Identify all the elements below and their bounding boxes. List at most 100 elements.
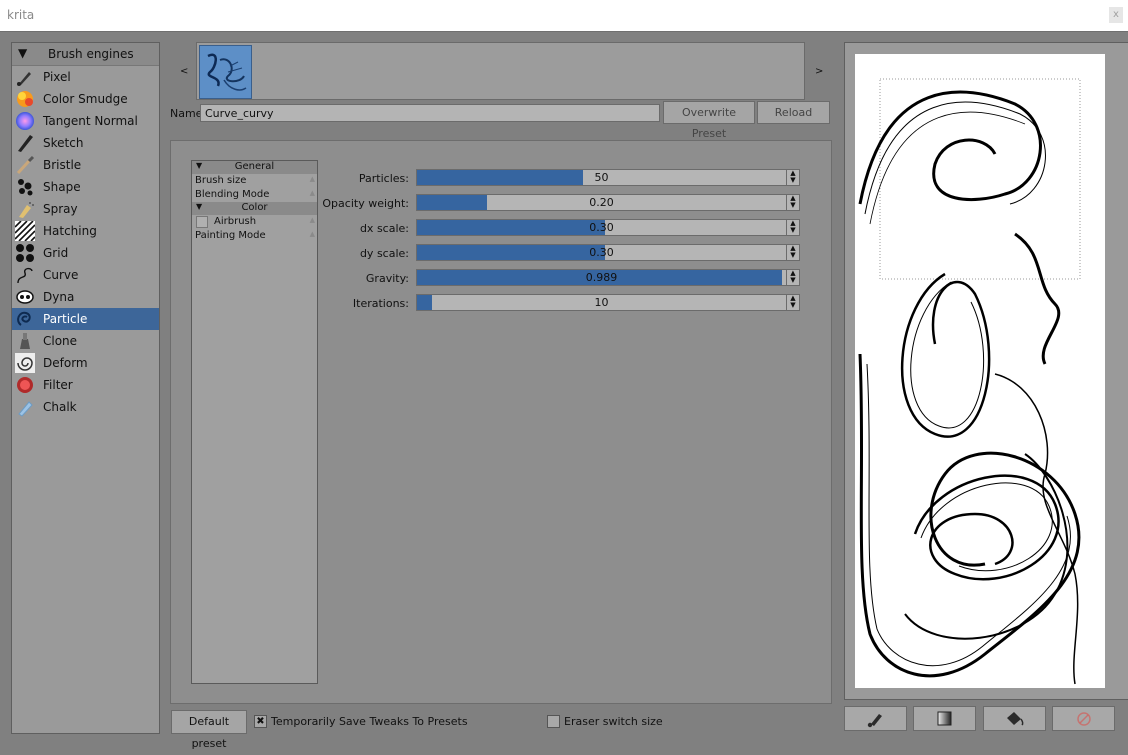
- chalk-icon: [15, 397, 35, 417]
- dx-scale-slider[interactable]: 0.30: [416, 219, 787, 236]
- engine-item-label: Curve: [43, 268, 79, 282]
- particles-slider[interactable]: 50: [416, 169, 787, 186]
- engine-item-hatching[interactable]: Hatching: [12, 220, 159, 242]
- gravity-spin-arrows-icon[interactable]: ▲ ▼: [786, 269, 800, 286]
- clone-icon: [15, 331, 35, 351]
- curve-curvy-preset-icon: [207, 53, 247, 91]
- iterations-value: 10: [594, 296, 609, 309]
- title-bar: krita x: [0, 0, 1128, 32]
- particles-label: Particles:: [358, 172, 409, 185]
- airbrush-checkbox[interactable]: [196, 216, 208, 228]
- brush-engine-list: ▼ Brush engines Pixel Color Smudge Tangent…: [11, 42, 160, 734]
- color-smudge-icon: [15, 89, 35, 109]
- engine-item-label: Particle: [43, 312, 88, 326]
- engine-item-dyna[interactable]: Dyna: [12, 286, 159, 308]
- engine-item-clone[interactable]: Clone: [12, 330, 159, 352]
- engine-item-label: Clone: [43, 334, 78, 348]
- paintbrush-icon: [867, 714, 882, 728]
- engine-item-grid[interactable]: Grid: [12, 242, 159, 264]
- engine-item-label: Pixel: [43, 70, 71, 84]
- engine-item-label: Filter: [43, 378, 73, 392]
- dy-scale-label: dy scale:: [359, 247, 409, 260]
- deform-icon: [15, 353, 35, 373]
- engine-item-particle[interactable]: Particle: [12, 308, 159, 330]
- grid-icon: [15, 243, 35, 263]
- engine-item-shape[interactable]: Shape: [12, 176, 159, 198]
- bristle-icon: [15, 155, 35, 175]
- brush-stroke-preview: [858, 78, 1081, 685]
- curve-icon: [15, 265, 35, 285]
- dy-scale-spin-arrows-icon[interactable]: ▲ ▼: [786, 244, 800, 261]
- iterations-spin-arrows-icon[interactable]: ▲ ▼: [786, 294, 800, 311]
- engine-item-label: Hatching: [43, 224, 97, 238]
- temp-save-label: Temporarily Save Tweaks To Presets: [271, 715, 468, 728]
- engine-items: Pixel Color Smudge Tangent Normal Sketch Bri…: [12, 66, 159, 418]
- engine-item-chalk[interactable]: Chalk: [12, 396, 159, 418]
- hatching-icon: [14, 220, 36, 242]
- reload-button[interactable]: Reload: [757, 101, 830, 124]
- dx-scale-spin-arrows-icon[interactable]: ▲ ▼: [786, 219, 800, 236]
- clear-scratchpad-button[interactable]: [1052, 706, 1115, 731]
- dy-scale-slider[interactable]: 0.30: [416, 244, 787, 261]
- close-icon[interactable]: x: [1109, 7, 1123, 23]
- engine-item-color-smudge[interactable]: Color Smudge: [12, 88, 159, 110]
- brush-options-list: ▼ General Brush size ▲ Blending Mode ▲ ▼…: [191, 160, 318, 684]
- dx-scale-label: dx scale:: [359, 222, 409, 235]
- preset-strip: [196, 42, 805, 100]
- opacity-weight-spin-arrows-icon[interactable]: ▲ ▼: [786, 194, 800, 211]
- engine-item-curve[interactable]: Curve: [12, 264, 159, 286]
- opacity-weight-slider[interactable]: 0.20: [416, 194, 787, 211]
- preset-name-input[interactable]: Curve_curvy: [200, 104, 660, 122]
- engine-item-label: Spray: [43, 202, 78, 216]
- fill-layer-button[interactable]: [983, 706, 1046, 731]
- engine-item-bristle[interactable]: Bristle: [12, 154, 159, 176]
- overwrite-preset-button[interactable]: Overwrite Preset: [663, 101, 755, 140]
- gravity-value: 0.989: [585, 271, 618, 284]
- gravity-slider[interactable]: 0.989: [416, 269, 787, 286]
- brush-preview-button[interactable]: [844, 706, 907, 731]
- preset-next-button[interactable]: >: [815, 66, 823, 77]
- particles-spin-arrows-icon[interactable]: ▲ ▼: [786, 169, 800, 186]
- filter-icon: [15, 375, 35, 395]
- iterations-slider[interactable]: 10: [416, 294, 787, 311]
- collapse-arrow-icon: ▼: [18, 46, 28, 60]
- shape-icon: [15, 177, 35, 197]
- particle-icon: [15, 309, 35, 329]
- preset-prev-button[interactable]: <: [180, 66, 188, 77]
- engine-list-title: Brush engines: [48, 47, 134, 61]
- dx-scale-value: 0.30: [589, 221, 614, 234]
- engine-item-label: Shape: [43, 180, 81, 194]
- scratchpad-canvas[interactable]: [855, 54, 1105, 688]
- engine-item-label: Color Smudge: [43, 92, 128, 106]
- engine-item-spray[interactable]: Spray: [12, 198, 159, 220]
- opacity-weight-label: Opacity weight:: [322, 197, 409, 210]
- dy-scale-value: 0.30: [589, 246, 614, 259]
- engine-item-label: Chalk: [43, 400, 77, 414]
- dyna-icon: [15, 287, 35, 307]
- engine-item-label: Sketch: [43, 136, 84, 150]
- engine-list-header[interactable]: ▼ Brush engines: [12, 43, 159, 66]
- paint-bucket-icon: [1007, 712, 1024, 726]
- engine-item-pixel[interactable]: Pixel: [12, 66, 159, 88]
- engine-item-label: Bristle: [43, 158, 82, 172]
- fill-gradient-button[interactable]: [913, 706, 976, 731]
- engine-item-label: Deform: [43, 356, 88, 370]
- engine-item-tangent-normal[interactable]: Tangent Normal: [12, 110, 159, 132]
- engine-item-label: Dyna: [43, 290, 75, 304]
- default-preset-button[interactable]: Default preset: [171, 710, 247, 750]
- tangent-normal-icon: [15, 111, 35, 131]
- engine-item-deform[interactable]: Deform: [12, 352, 159, 374]
- preset-thumbnail[interactable]: [199, 45, 252, 99]
- engine-item-sketch[interactable]: Sketch: [12, 132, 159, 154]
- engine-item-filter[interactable]: Filter: [12, 374, 159, 396]
- eraser-switch-checkbox[interactable]: [547, 715, 560, 728]
- eraser-switch-label: Eraser switch size: [564, 715, 663, 728]
- spray-icon: [15, 199, 35, 219]
- pixel-brush-icon: [15, 67, 35, 87]
- sketch-icon: [15, 133, 35, 153]
- opacity-weight-value: 0.20: [589, 196, 614, 209]
- temp-save-checkbox[interactable]: ✖: [254, 715, 267, 728]
- engine-item-label: Tangent Normal: [43, 114, 138, 128]
- clear-icon: [1077, 712, 1091, 726]
- lock-icon[interactable]: ▲: [310, 189, 315, 197]
